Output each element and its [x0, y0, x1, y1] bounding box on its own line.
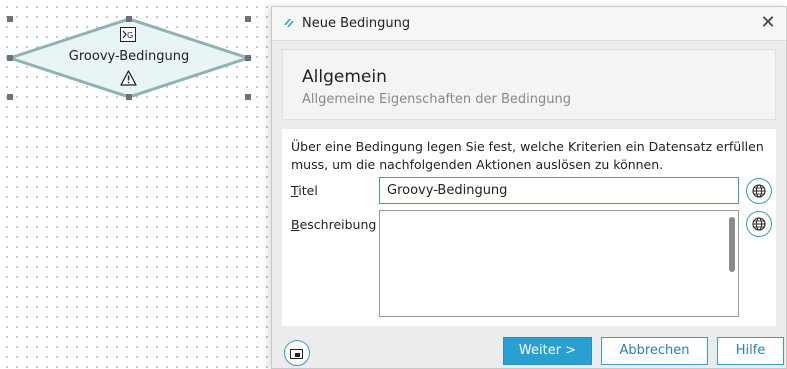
new-condition-dialog: Neue Bedingung ✕ Allgemein Allgemeine Ei… [271, 6, 787, 369]
title-label-rest: itel [298, 183, 318, 198]
resize-handle-left[interactable] [7, 55, 13, 61]
section-title: Allgemein [302, 67, 387, 87]
title-translate-button[interactable] [746, 178, 772, 204]
svg-text:G: G [127, 31, 133, 40]
resize-handle-right[interactable] [245, 55, 251, 61]
description-label: Beschreibung [291, 217, 376, 232]
help-button[interactable]: Hilfe [717, 337, 784, 365]
resize-handle-top-right[interactable] [245, 16, 251, 22]
next-button[interactable]: Weiter > [503, 337, 592, 365]
groovy-script-icon: G [120, 27, 136, 42]
title-label: Titel [291, 183, 318, 198]
app-logo-icon [284, 19, 294, 27]
warning-icon [120, 70, 137, 86]
description-text: Über eine Bedingung legen Sie fest, welc… [291, 139, 764, 172]
globe-icon [752, 217, 766, 231]
cancel-button[interactable]: Abbrechen [601, 337, 708, 365]
resize-handle-top-left[interactable] [7, 16, 13, 22]
close-icon[interactable]: ✕ [758, 12, 778, 34]
textarea-scrollbar[interactable] [729, 217, 735, 272]
node-title: Groovy-Bedingung [68, 49, 190, 64]
resize-handle-top[interactable] [126, 16, 132, 22]
window-restore-icon [290, 349, 303, 359]
dialog-title: Neue Bedingung [302, 16, 411, 31]
dialog-header: Allgemein Allgemeine Eigenschaften der B… [282, 49, 776, 120]
dialog-body: Über eine Bedingung legen Sie fest, welc… [282, 129, 776, 326]
title-input[interactable] [379, 177, 739, 204]
description-label-mnemonic: B [291, 217, 300, 232]
globe-icon [752, 184, 766, 198]
description-label-rest: eschreibung [299, 217, 377, 232]
resize-handle-bottom[interactable] [126, 94, 132, 100]
dialog-titlebar[interactable]: Neue Bedingung ✕ [272, 7, 786, 41]
description-textarea[interactable] [379, 210, 739, 317]
restore-window-button[interactable] [284, 340, 310, 366]
resize-handle-bottom-right[interactable] [245, 94, 251, 100]
resize-handle-bottom-left[interactable] [7, 94, 13, 100]
description-translate-button[interactable] [746, 211, 772, 237]
section-subtitle: Allgemeine Eigenschaften der Bedingung [302, 92, 571, 107]
